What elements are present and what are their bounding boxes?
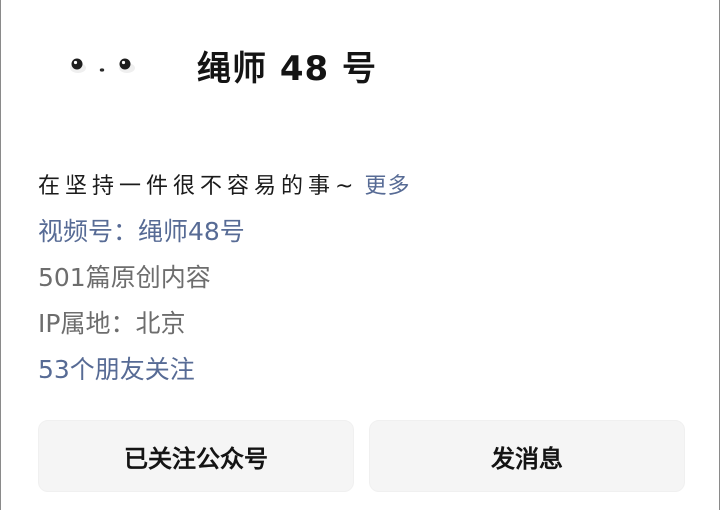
channel-link[interactable]: 视频号：绳师48号: [38, 212, 245, 248]
followed-account-button[interactable]: 已关注公众号: [38, 420, 354, 492]
account-name: 绳师 48 号: [197, 49, 377, 89]
avatar[interactable]: [59, 30, 151, 92]
bio-row: 在坚持一件很不容易的事~ 更多: [38, 168, 410, 200]
bio-text: 在坚持一件很不容易的事~: [38, 174, 359, 199]
more-link[interactable]: 更多: [364, 174, 410, 199]
kaomoji-face-avatar-icon: [70, 58, 135, 73]
send-message-label: 发消息: [491, 444, 563, 473]
ip-location: IP属地：北京: [38, 309, 186, 338]
profile-header: 绳师 48 号: [1, 20, 720, 104]
send-message-button[interactable]: 发消息: [369, 420, 685, 492]
followed-account-label: 已关注公众号: [124, 444, 268, 473]
original-content-count[interactable]: 501篇原创内容: [38, 258, 211, 294]
account-profile-page: 绳师 48 号 在坚持一件很不容易的事~ 更多 视频号：绳师48号 501篇原创内…: [0, 0, 720, 510]
friends-following-link[interactable]: 53个朋友关注: [38, 350, 195, 386]
